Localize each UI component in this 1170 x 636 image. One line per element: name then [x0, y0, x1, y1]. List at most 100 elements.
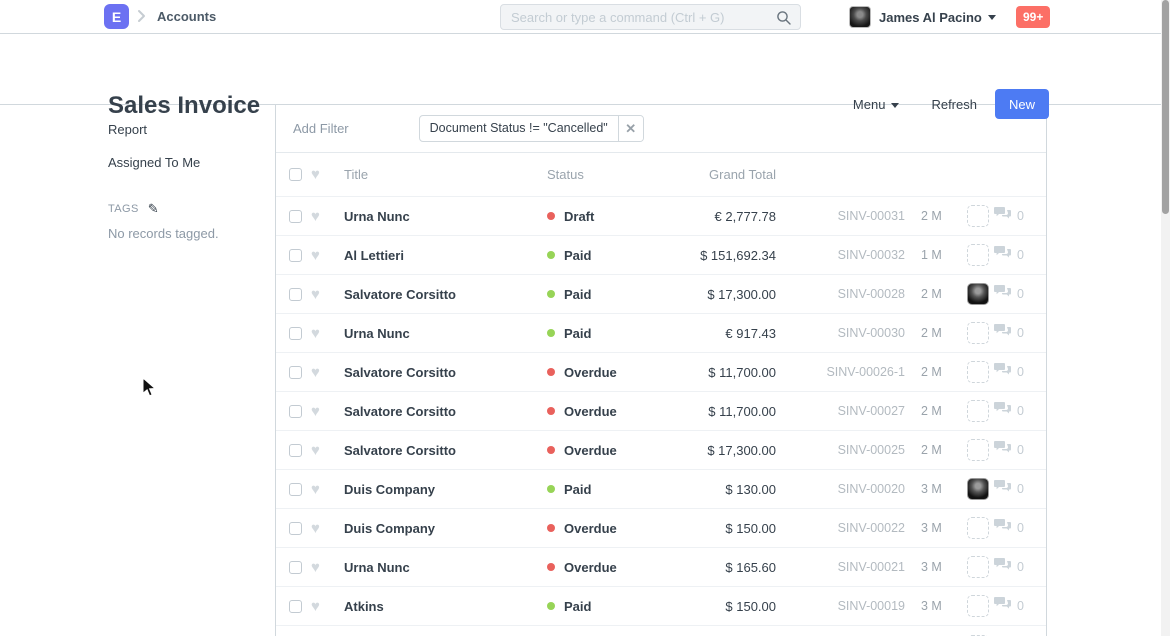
- table-row[interactable]: ♥ Al Lettieri Paid $ 151,692.34 SINV-000…: [276, 236, 1046, 275]
- table-row[interactable]: ♥ Salvatore Corsitto Overdue $ 17,300.00…: [276, 431, 1046, 470]
- invoice-id: SINV-00025: [776, 443, 905, 457]
- grand-total-value: $ 150.00: [676, 521, 776, 536]
- row-title[interactable]: Urna Nunc: [344, 326, 547, 341]
- row-checkbox[interactable]: [289, 288, 302, 301]
- row-checkbox[interactable]: [289, 405, 302, 418]
- row-checkbox[interactable]: [289, 561, 302, 574]
- grand-total-value: $ 130.00: [676, 482, 776, 497]
- status-label: Paid: [564, 326, 591, 341]
- modified-age: 3 M: [905, 599, 959, 613]
- status-dot: [547, 368, 555, 376]
- status-dot: [547, 290, 555, 298]
- like-icon[interactable]: ♥: [311, 287, 344, 302]
- tags-empty-text: No records tagged.: [108, 226, 258, 241]
- filter-chip-label[interactable]: Document Status != "Cancelled": [420, 116, 618, 141]
- assignee-avatar[interactable]: [967, 595, 989, 617]
- page-actions: Menu Refresh New: [821, 89, 1049, 119]
- scrollbar-thumb[interactable]: [1162, 0, 1169, 214]
- row-title[interactable]: Salvatore Corsitto: [344, 443, 547, 458]
- status-label: Draft: [564, 209, 594, 224]
- table-row[interactable]: ♥ Urna Nunc Overdue $ 165.60 SINV-00021 …: [276, 548, 1046, 587]
- invoice-id: SINV-00020: [776, 482, 905, 496]
- assignee-avatar[interactable]: [967, 361, 989, 383]
- like-icon[interactable]: ♥: [311, 404, 344, 419]
- select-all-checkbox[interactable]: [289, 168, 302, 181]
- assignee-avatar[interactable]: [967, 517, 989, 539]
- like-icon[interactable]: ♥: [311, 248, 344, 263]
- like-icon[interactable]: ♥: [311, 599, 344, 614]
- new-button[interactable]: New: [995, 89, 1049, 119]
- status-dot: [547, 524, 555, 532]
- remove-filter-icon[interactable]: ✕: [618, 116, 643, 141]
- menu-button[interactable]: Menu: [853, 97, 900, 112]
- status-label: Paid: [564, 599, 591, 614]
- table-row[interactable]: ♥ Salvatore Corsitto Overdue $ 11,700.00…: [276, 392, 1046, 431]
- user-menu[interactable]: James Al Pacino: [849, 6, 996, 28]
- row-title[interactable]: Salvatore Corsitto: [344, 365, 547, 380]
- status-label: Overdue: [564, 521, 617, 536]
- row-checkbox[interactable]: [289, 483, 302, 496]
- row-title[interactable]: Duis Company: [344, 521, 547, 536]
- row-title[interactable]: Urna Nunc: [344, 560, 547, 575]
- modified-age: 2 M: [905, 287, 959, 301]
- assignee-avatar[interactable]: [967, 439, 989, 461]
- sidebar-item-report[interactable]: Report: [108, 122, 258, 137]
- comment-count: 0: [1017, 443, 1024, 457]
- status-label: Paid: [564, 482, 591, 497]
- row-checkbox[interactable]: [289, 600, 302, 613]
- assignee-avatar[interactable]: [967, 556, 989, 578]
- table-row[interactable]: ♥ Duis Company Paid $ 130.00 SINV-00020 …: [276, 470, 1046, 509]
- sidebar-item-assigned-to-me[interactable]: Assigned To Me: [108, 155, 258, 170]
- row-checkbox[interactable]: [289, 366, 302, 379]
- like-filter-icon[interactable]: ♥: [311, 167, 344, 182]
- row-title[interactable]: Atkins: [344, 599, 547, 614]
- invoice-id: SINV-00028: [776, 287, 905, 301]
- assignee-avatar[interactable]: [967, 244, 989, 266]
- table-row[interactable]: ♥ Urna Nunc Draft € 2,777.78 SINV-00031 …: [276, 197, 1046, 236]
- table-row[interactable]: ♥ Urna Nunc Paid € 917.43 SINV-00030 2 M…: [276, 314, 1046, 353]
- row-title[interactable]: Urna Nunc: [344, 209, 547, 224]
- assignee-avatar[interactable]: [967, 283, 989, 305]
- breadcrumb[interactable]: Accounts: [157, 0, 216, 33]
- app-logo[interactable]: E: [104, 4, 129, 29]
- like-icon[interactable]: ♥: [311, 443, 344, 458]
- comment-count: 0: [1017, 599, 1024, 613]
- user-avatar: [849, 6, 871, 28]
- comments-icon: [994, 557, 1012, 577]
- row-checkbox[interactable]: [289, 327, 302, 340]
- row-checkbox[interactable]: [289, 444, 302, 457]
- active-filter-chip: Document Status != "Cancelled" ✕: [419, 115, 644, 142]
- assignee-avatar[interactable]: [967, 400, 989, 422]
- table-row[interactable]: ♥ Salvatore Corsitto Overdue $ 11,700.00…: [276, 353, 1046, 392]
- row-title[interactable]: Duis Company: [344, 482, 547, 497]
- assignee-avatar[interactable]: [967, 478, 989, 500]
- row-checkbox[interactable]: [289, 249, 302, 262]
- search-icon[interactable]: [776, 10, 792, 31]
- assignee-avatar[interactable]: [967, 322, 989, 344]
- table-row[interactable]: ♥ Atkins Paid $ 150.00 SINV-00019 3 M 0: [276, 587, 1046, 626]
- status-dot: [547, 251, 555, 259]
- status-label: Overdue: [564, 404, 617, 419]
- table-row[interactable]: ♥ Duis Company Overdue $ 150.00 SINV-000…: [276, 509, 1046, 548]
- edit-tags-icon[interactable]: ✎: [148, 201, 159, 217]
- like-icon[interactable]: ♥: [311, 365, 344, 380]
- like-icon[interactable]: ♥: [311, 521, 344, 536]
- row-checkbox[interactable]: [289, 522, 302, 535]
- like-icon[interactable]: ♥: [311, 326, 344, 341]
- like-icon[interactable]: ♥: [311, 209, 344, 224]
- add-filter-button[interactable]: Add Filter: [293, 121, 349, 136]
- row-title[interactable]: Salvatore Corsitto: [344, 404, 547, 419]
- search-input[interactable]: [501, 5, 800, 29]
- modified-age: 1 M: [905, 248, 959, 262]
- like-icon[interactable]: ♥: [311, 560, 344, 575]
- row-checkbox[interactable]: [289, 210, 302, 223]
- modified-age: 2 M: [905, 209, 959, 223]
- row-title[interactable]: Al Lettieri: [344, 248, 547, 263]
- notifications-badge[interactable]: 99+: [1016, 6, 1050, 28]
- assignee-avatar[interactable]: [967, 205, 989, 227]
- table-row[interactable]: ♥ Salvatore Corsitto Paid $ 17,300.00 SI…: [276, 275, 1046, 314]
- row-title[interactable]: Salvatore Corsitto: [344, 287, 547, 302]
- like-icon[interactable]: ♥: [311, 482, 344, 497]
- grand-total-value: € 2,777.78: [676, 209, 776, 224]
- refresh-button[interactable]: Refresh: [931, 97, 977, 112]
